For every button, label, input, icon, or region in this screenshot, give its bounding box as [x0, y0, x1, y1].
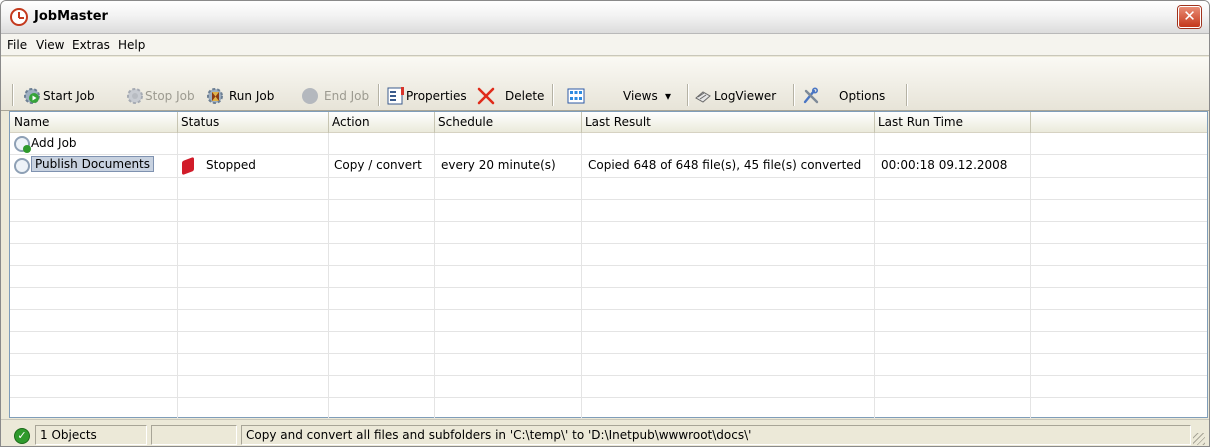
- grid-column-line: [434, 133, 435, 419]
- column-divider[interactable]: [874, 112, 875, 133]
- grid-row-line: [10, 221, 1207, 222]
- toolbar-separator: [378, 84, 379, 106]
- properties-button[interactable]: Properties: [406, 85, 467, 107]
- start-job-button[interactable]: Start Job: [43, 85, 95, 107]
- views-dropdown-arrow-icon[interactable]: ▾: [665, 85, 671, 107]
- menu-extras[interactable]: Extras: [72, 38, 110, 52]
- job-gear-icon: [14, 158, 30, 174]
- menu-view[interactable]: View: [36, 38, 64, 52]
- column-header-status[interactable]: Status: [181, 115, 219, 129]
- column-header-row: Name Status Action Schedule Last Result …: [10, 112, 1207, 133]
- stop-job-icon: [127, 88, 143, 104]
- toolbar: Start Job Stop Job Run Job End Job Prope…: [1, 57, 1209, 111]
- close-button[interactable]: ✕: [1178, 6, 1201, 28]
- menu-file[interactable]: File: [7, 38, 27, 52]
- row-name-selected[interactable]: Publish Documents: [31, 156, 155, 172]
- toolbar-separator: [793, 84, 794, 106]
- clock-app-icon: [10, 8, 28, 26]
- column-divider[interactable]: [1030, 112, 1031, 133]
- toolbar-separator: [906, 84, 907, 106]
- menu-bar: File View Extras Help: [1, 34, 1209, 56]
- grid-row-line: [10, 287, 1207, 288]
- grid-row-line: [10, 243, 1207, 244]
- column-header-action[interactable]: Action: [332, 115, 370, 129]
- status-object-count: 1 Objects: [35, 425, 147, 445]
- grid-row-line: [10, 309, 1207, 310]
- grid-row-line: [10, 375, 1207, 376]
- ok-check-icon: ✓: [14, 428, 30, 444]
- row-name: Add Job: [31, 136, 77, 150]
- grid-column-line: [1030, 133, 1031, 419]
- column-divider[interactable]: [328, 112, 329, 133]
- app-window: JobMaster ✕ File View Extras Help Start …: [0, 0, 1210, 447]
- grid-row-line: [10, 397, 1207, 398]
- column-header-last-result[interactable]: Last Result: [585, 115, 651, 129]
- jobs-list-view[interactable]: Name Status Action Schedule Last Result …: [9, 111, 1208, 419]
- row-last-run-time: 00:00:18 09.12.2008: [881, 158, 1008, 172]
- start-job-icon: [24, 88, 40, 104]
- options-tools-icon: [803, 87, 819, 104]
- grid-column-line: [581, 133, 582, 419]
- stop-job-button[interactable]: Stop Job: [145, 85, 195, 107]
- column-divider[interactable]: [177, 112, 178, 133]
- grid-row-line: [10, 177, 1207, 178]
- grid-row-line: [10, 331, 1207, 332]
- views-grid-icon: [567, 88, 585, 104]
- logviewer-icon: [695, 91, 711, 103]
- end-job-icon: [302, 88, 318, 104]
- status-message: Copy and convert all files and subfolder…: [241, 425, 1191, 445]
- add-job-gear-icon: [14, 136, 31, 153]
- views-button[interactable]: Views: [623, 85, 658, 107]
- column-divider[interactable]: [581, 112, 582, 133]
- grid-row-line: [10, 353, 1207, 354]
- column-header-name[interactable]: Name: [14, 115, 49, 129]
- options-button[interactable]: Options: [839, 85, 885, 107]
- grid-row-line: [10, 154, 1207, 155]
- column-divider[interactable]: [434, 112, 435, 133]
- window-title: JobMaster: [34, 9, 108, 24]
- grid-row-line: [10, 199, 1207, 200]
- row-schedule: every 20 minute(s): [441, 158, 556, 172]
- status-bar: ✓ 1 Objects Copy and convert all files a…: [1, 419, 1209, 446]
- run-job-button[interactable]: Run Job: [229, 85, 274, 107]
- toolbar-separator: [552, 84, 553, 106]
- properties-icon: [387, 87, 404, 105]
- grid-row-line: [10, 265, 1207, 266]
- grid-column-line: [874, 133, 875, 419]
- delete-icon: [477, 87, 495, 105]
- grid-column-line: [328, 133, 329, 419]
- resize-grip-icon[interactable]: [1193, 433, 1205, 445]
- grid-column-line: [177, 133, 178, 419]
- menu-help[interactable]: Help: [118, 38, 145, 52]
- run-job-icon: [207, 88, 223, 104]
- end-job-button[interactable]: End Job: [324, 85, 369, 107]
- toolbar-separator: [687, 84, 688, 106]
- status-empty-panel: [151, 425, 237, 445]
- column-header-schedule[interactable]: Schedule: [438, 115, 493, 129]
- delete-button[interactable]: Delete: [505, 85, 544, 107]
- logviewer-button[interactable]: LogViewer: [714, 85, 776, 107]
- row-last-result: Copied 648 of 648 file(s), 45 file(s) co…: [588, 158, 862, 172]
- column-header-last-run-time[interactable]: Last Run Time: [878, 115, 963, 129]
- row-action: Copy / convert: [334, 158, 422, 172]
- title-bar: JobMaster ✕: [1, 1, 1209, 34]
- row-status: Stopped: [206, 158, 256, 172]
- stopped-status-icon: [182, 156, 194, 176]
- toolbar-grip: [12, 84, 13, 106]
